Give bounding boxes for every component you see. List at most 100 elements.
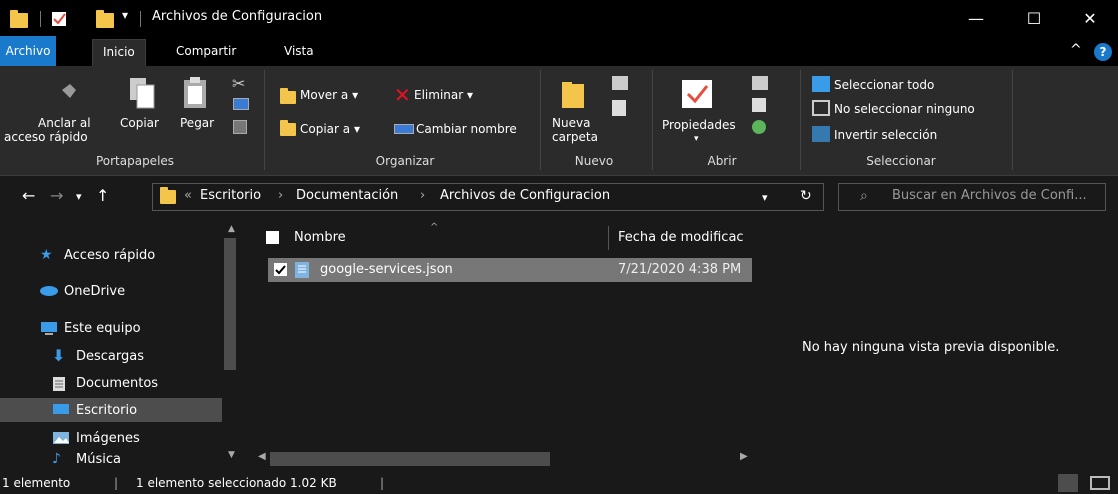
forward-arrow-icon[interactable]: → <box>50 186 63 205</box>
search-icon: ⌕ <box>860 188 868 204</box>
separator <box>652 70 653 170</box>
title-bar: ▾ Archivos de Configuracion — ☐ ✕ <box>0 0 1118 36</box>
nav-scrollbar-thumb[interactable] <box>224 238 236 370</box>
copy-to-button[interactable]: Copiar a ▾ <box>300 122 360 136</box>
breadcrumb-documentacion[interactable]: Documentación <box>296 188 398 203</box>
cloud-icon <box>40 284 58 298</box>
back-arrow-icon[interactable]: ← <box>22 186 35 205</box>
scroll-left-icon[interactable]: ◀ <box>258 451 266 462</box>
close-button[interactable]: ✕ <box>1062 0 1118 36</box>
status-count: 1 elemento <box>2 476 71 490</box>
group-label-portapapeles: Portapapeles <box>95 154 175 168</box>
paste-shortcut-icon[interactable] <box>233 120 247 134</box>
row-checkbox[interactable] <box>274 263 287 276</box>
nav-scrollbar[interactable]: ▲ ▼ <box>222 224 242 468</box>
rename-icon <box>394 124 414 134</box>
select-all-button[interactable]: Seleccionar todo <box>834 78 934 92</box>
separator <box>264 70 265 170</box>
separator: | <box>114 476 119 490</box>
delete-button[interactable]: Eliminar ▾ <box>414 88 473 102</box>
window-title: Archivos de Configuracion <box>152 9 323 24</box>
properties-quick-icon[interactable] <box>50 10 68 28</box>
copy-button[interactable]: Copiar <box>120 116 159 130</box>
breadcrumb-chevron-icon[interactable]: › <box>278 188 283 203</box>
group-label-abrir: Abrir <box>707 154 737 168</box>
breadcrumb-overflow[interactable]: « <box>184 188 192 203</box>
group-label-organizar: Organizar <box>375 154 435 168</box>
pin-quick-access-label-2[interactable]: acceso rápido <box>4 130 88 144</box>
up-arrow-icon[interactable]: ↑ <box>96 186 109 205</box>
address-dropdown-icon[interactable]: ▾ <box>762 191 768 204</box>
file-list-hscrollbar[interactable]: ◀ ▶ <box>254 450 754 468</box>
paste-button[interactable]: Pegar <box>180 116 214 130</box>
minimize-button[interactable]: — <box>948 0 1004 36</box>
new-folder-label[interactable]: Nueva <box>552 116 590 130</box>
separator <box>1012 70 1013 170</box>
nav-item-documentos[interactable]: Documentos <box>52 371 158 395</box>
desktop-icon <box>52 403 70 417</box>
invert-selection-button[interactable]: Invertir selección <box>834 128 937 142</box>
easy-access-icon[interactable] <box>612 100 626 116</box>
group-label-seleccionar: Seleccionar <box>866 154 936 168</box>
history-icon[interactable] <box>752 120 766 134</box>
tab-inicio[interactable]: Inicio <box>92 39 146 66</box>
file-modified: 7/21/2020 4:38 PM <box>618 262 742 277</box>
new-item-icon[interactable] <box>612 76 628 90</box>
help-icon[interactable]: ? <box>1094 43 1112 61</box>
open-icon[interactable] <box>752 76 768 90</box>
rename-button[interactable]: Cambiar nombre <box>416 122 517 136</box>
invert-selection-icon <box>812 126 830 142</box>
breadcrumb-chevron-icon[interactable]: › <box>420 188 425 203</box>
separator: | <box>380 476 385 490</box>
breadcrumb-escritorio[interactable]: Escritorio <box>200 188 261 203</box>
large-icons-view-icon[interactable] <box>1090 476 1110 490</box>
tab-vista[interactable]: Vista <box>274 39 324 63</box>
scroll-down-icon[interactable]: ▼ <box>228 450 235 460</box>
column-header-nombre[interactable]: Nombre <box>294 230 346 245</box>
tab-compartir[interactable]: Compartir <box>166 39 246 63</box>
pin-quick-access-label[interactable]: Anclar al <box>38 116 91 130</box>
column-divider[interactable] <box>608 226 609 250</box>
ribbon: Anclar al acceso rápido Copiar Pegar ✂ P… <box>0 66 1118 176</box>
nav-item-imagenes[interactable]: Imágenes <box>52 426 140 450</box>
nav-item-label: OneDrive <box>64 283 126 299</box>
nav-item-escritorio[interactable]: Escritorio <box>52 398 137 422</box>
move-to-button[interactable]: Mover a ▾ <box>300 88 358 102</box>
edit-icon[interactable] <box>752 98 766 112</box>
group-label-nuevo: Nuevo <box>574 154 614 168</box>
recent-locations-icon[interactable]: ▾ <box>76 190 82 203</box>
table-row[interactable]: google-services.json 7/21/2020 4:38 PM <box>268 258 752 282</box>
download-icon: ⬇ <box>52 346 66 365</box>
nav-item-este-equipo[interactable]: Este equipo <box>40 316 141 340</box>
select-none-icon <box>812 100 830 116</box>
select-all-icon <box>812 76 830 92</box>
select-none-button[interactable]: No seleccionar ninguno <box>834 102 975 116</box>
customize-quick-access-icon[interactable]: ▾ <box>122 8 128 22</box>
copy-path-icon[interactable] <box>233 98 249 110</box>
nav-item-label: Música <box>76 451 121 467</box>
breadcrumb-archivos[interactable]: Archivos de Configuracion <box>440 188 610 203</box>
scroll-up-icon[interactable]: ▲ <box>228 224 235 234</box>
nav-item-musica[interactable]: ♪ Música <box>52 450 121 468</box>
file-name: google-services.json <box>320 262 453 277</box>
new-folder-label-2[interactable]: carpeta <box>552 130 598 144</box>
cut-icon[interactable]: ✂ <box>232 74 245 93</box>
maximize-button[interactable]: ☐ <box>1006 0 1062 36</box>
hscrollbar-thumb[interactable] <box>270 452 550 466</box>
details-view-icon[interactable] <box>1058 474 1078 492</box>
tab-archivo[interactable]: Archivo <box>0 36 56 66</box>
properties-dropdown-icon[interactable]: ▾ <box>694 132 699 146</box>
nav-item-onedrive[interactable]: OneDrive <box>40 279 125 303</box>
nav-item-label: Descargas <box>76 348 145 364</box>
separator <box>40 11 41 27</box>
refresh-icon[interactable]: ↻ <box>800 188 812 204</box>
scroll-right-icon[interactable]: ▶ <box>740 451 748 462</box>
nav-item-acceso-rapido[interactable]: ★ Acceso rápido <box>40 243 155 267</box>
column-header-fecha[interactable]: Fecha de modificac <box>618 230 744 245</box>
collapse-ribbon-icon[interactable]: ^ <box>1070 42 1082 58</box>
nav-item-descargas[interactable]: ⬇ Descargas <box>52 344 144 368</box>
star-icon: ★ <box>40 247 53 263</box>
properties-button[interactable]: Propiedades <box>662 118 736 132</box>
computer-icon <box>40 321 58 335</box>
select-all-checkbox[interactable] <box>266 231 279 244</box>
